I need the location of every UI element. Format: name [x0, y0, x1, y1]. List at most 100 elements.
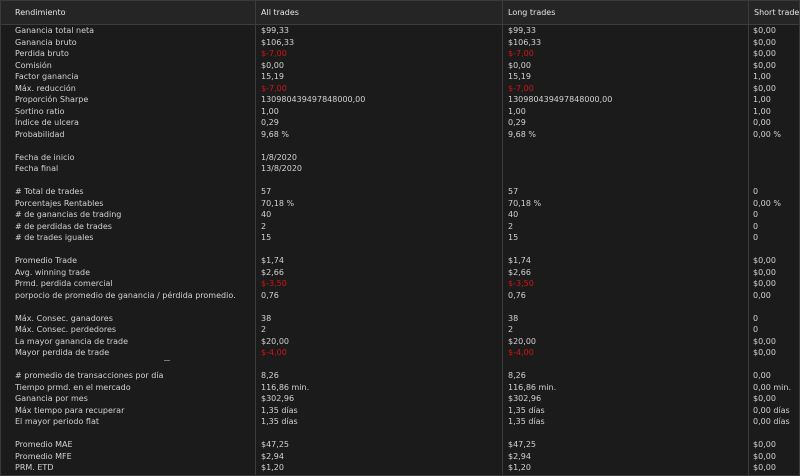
row-label: PRM. ETD	[15, 463, 54, 472]
header-short-trades[interactable]: Short trades	[748, 1, 799, 24]
table-row: Ganancia por mes $302,96 $302,96 $0,00	[1, 393, 799, 405]
short-trades-value: $0,00	[753, 267, 776, 277]
short-trades-value: $0,00	[753, 26, 776, 35]
table-row: Ganancia total neta $99,33 $99,33 $0,00	[1, 25, 799, 37]
row-label: Máx. Consec. ganadores	[15, 313, 113, 323]
table-row: # de trades iguales 15 15 0	[1, 232, 799, 244]
table-row: Máx. Consec. perdedores 2 2 0	[1, 324, 799, 336]
spacer-row	[1, 301, 799, 313]
table-row: porpocio de promedio de ganancia / pérdi…	[1, 290, 799, 302]
long-trades-value	[508, 152, 748, 164]
short-trades-value: $0,00	[753, 256, 776, 265]
all-trades-value: 2	[261, 325, 267, 334]
long-trades-value: 1,35 días	[508, 405, 545, 415]
all-trades-value: $20,00	[261, 336, 289, 346]
table-row: PRM. ETD $1,20 $1,20 $0,00	[1, 462, 799, 474]
all-trades-value: $2,94	[261, 451, 284, 461]
table-row: Porcentajes Rentables 70,18 % 70,18 % 0,00 …	[1, 198, 799, 210]
long-trades-value: $-7,00	[508, 83, 534, 93]
short-trades-value: $0,00	[753, 49, 776, 58]
short-trades-value: 0	[753, 313, 759, 323]
table-row: # de ganancias de trading 40 40 0	[1, 209, 799, 221]
header-rendimiento[interactable]: Rendimiento	[9, 1, 66, 24]
short-trades-value: 0	[753, 325, 759, 334]
long-trades-value: $302,96	[508, 394, 542, 403]
table-header: Rendimiento All trades Long trades Short…	[1, 1, 799, 25]
header-long-trades[interactable]: Long trades	[502, 1, 555, 24]
row-label: porpocio de promedio de ganancia / pérdi…	[15, 290, 236, 300]
row-label: # Total de trades	[15, 187, 84, 196]
short-trades-value: 0,00 %	[753, 198, 781, 208]
long-trades-value: $1,20	[508, 463, 531, 472]
row-label: Sortino ratio	[15, 106, 65, 116]
short-trades-value: $0,00	[753, 279, 776, 288]
long-trades-value: 2	[508, 221, 514, 231]
row-label: Mayor perdida de trade	[15, 348, 110, 357]
row-label: Máx. reducción	[15, 83, 76, 93]
table-body: Ganancia total neta $99,33 $99,33 $0,00 Gana…	[1, 25, 799, 474]
short-trades-value: 0,00	[753, 118, 771, 127]
short-trades-value: $0,00	[753, 394, 776, 403]
table-row: Ganancia bruto $106,33 $106,33 $0,00	[1, 37, 799, 49]
header-all-trades[interactable]: All trades	[255, 1, 299, 24]
table-row: Promedio MAE $47,25 $47,25 $0,00	[1, 439, 799, 451]
short-trades-value: 0	[753, 233, 759, 242]
table-row: Avg. winning trade $2,66 $2,66 $0,00	[1, 267, 799, 279]
row-label: Perdida bruto	[15, 49, 69, 58]
all-trades-value: 1,00	[261, 106, 279, 116]
all-trades-value: 9,68 %	[261, 129, 289, 139]
table-row: Índice de ulcera 0,29 0,29 0,00	[1, 117, 799, 129]
all-trades-value: $1,20	[261, 463, 284, 472]
performance-table: Rendimiento All trades Long trades Short…	[0, 0, 800, 476]
short-trades-value: 0,00 días	[753, 417, 790, 426]
all-trades-value: $-3,50	[261, 279, 287, 288]
table-row: Máx tiempo para recuperar 1,35 días 1,35 d…	[1, 405, 799, 417]
all-trades-value: 15,19	[261, 72, 284, 81]
all-trades-value: 8,26	[261, 371, 279, 380]
row-label: El mayor periodo flat	[15, 417, 99, 426]
long-trades-value: 1,00	[508, 106, 526, 116]
long-trades-value: 70,18 %	[508, 198, 542, 208]
table-row: Fecha de inicio 1/8/2020	[1, 152, 799, 164]
short-trades-value: $0,00	[753, 83, 776, 93]
long-trades-value: $20,00	[508, 336, 536, 346]
short-trades-value: $0,00	[753, 60, 776, 70]
row-label: Máx tiempo para recuperar	[15, 405, 125, 415]
table-row: # Total de trades 57 57 0	[1, 186, 799, 198]
long-trades-value: 38	[508, 313, 519, 323]
all-trades-value: 38	[261, 313, 272, 323]
long-trades-value: $-4,00	[508, 348, 534, 357]
spacer-row	[1, 428, 799, 440]
row-label: # promedio de transacciones por día	[15, 371, 164, 380]
long-trades-value: 116,86 min.	[508, 382, 557, 392]
long-trades-value: 9,68 %	[508, 129, 536, 139]
row-label: Ganancia por mes	[15, 394, 88, 403]
all-trades-value: 1,35 días	[261, 405, 298, 415]
short-trades-value: 1,00	[753, 106, 771, 116]
table-row: Promedio MFE $2,94 $2,94 $0,00	[1, 451, 799, 463]
long-trades-value: 15	[508, 233, 519, 242]
table-row: Mayor perdida de trade $-4,00 $-4,00 $0,00	[1, 347, 799, 359]
all-trades-value: 1,35 días	[261, 417, 298, 426]
row-label: Ganancia bruto	[15, 37, 77, 47]
short-trades-value: 0,00	[753, 290, 771, 300]
all-trades-value: 57	[261, 187, 272, 196]
table-row: Prmd. perdida comercial $-3,50 $-3,50 $0,00	[1, 278, 799, 290]
short-trades-value: $0,00	[753, 451, 776, 461]
long-trades-value: 0,76	[508, 290, 526, 300]
table-row: Promedio Trade $1,74 $1,74 $0,00	[1, 255, 799, 267]
row-label: Máx. Consec. perdedores	[15, 325, 117, 334]
all-trades-value: 0,76	[261, 290, 279, 300]
row-label: Índice de ulcera	[15, 118, 79, 127]
table-row: Tiempo prmd. en el mercado 116,86 min. 116…	[1, 382, 799, 394]
row-label: Tiempo prmd. en el mercado	[15, 382, 131, 392]
all-trades-value: $-7,00	[261, 49, 287, 58]
long-trades-value	[508, 163, 748, 175]
row-label: La mayor ganancia de trade	[15, 336, 129, 346]
long-trades-value: 40	[508, 210, 519, 219]
long-trades-value: 8,26	[508, 371, 526, 380]
all-trades-value: $2,66	[261, 267, 284, 277]
table-row: Comisión $0,00 $0,00 $0,00	[1, 60, 799, 72]
row-label: Avg. winning trade	[15, 267, 91, 277]
table-row: # promedio de transacciones por día 8,26 8…	[1, 370, 799, 382]
